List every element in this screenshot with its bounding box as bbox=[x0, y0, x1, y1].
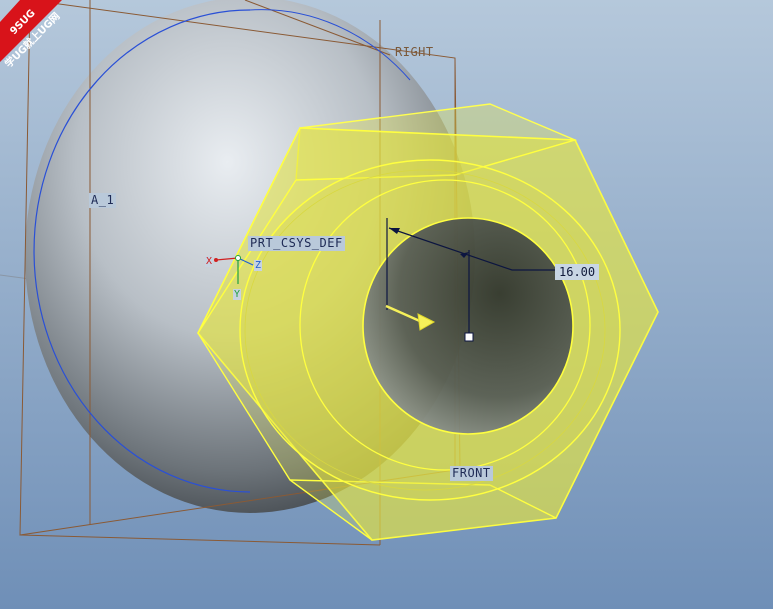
dimension-value[interactable]: 16.00 bbox=[555, 264, 600, 280]
csys-origin[interactable] bbox=[235, 255, 241, 261]
nut-bore bbox=[362, 217, 574, 435]
csys-x-label: X bbox=[205, 256, 214, 267]
datum-label-front[interactable]: FRONT bbox=[450, 466, 493, 481]
dimension-drag-handle[interactable] bbox=[464, 332, 474, 342]
model-scene[interactable]: 9SUG 学UG就上UG网 bbox=[0, 0, 773, 609]
datum-label-axis[interactable]: A_1 bbox=[89, 193, 117, 208]
datum-label-csys[interactable]: PRT_CSYS_DEF bbox=[248, 236, 345, 251]
model-viewport[interactable]: 9SUG 学UG就上UG网 RIGHT A_1 PRT_CSYS_DEF FRO… bbox=[0, 0, 773, 609]
csys-y-label: Y bbox=[233, 289, 242, 300]
csys-z-label: Z bbox=[254, 260, 263, 271]
datum-label-right[interactable]: RIGHT bbox=[393, 45, 436, 60]
csys-x-end bbox=[214, 258, 218, 262]
